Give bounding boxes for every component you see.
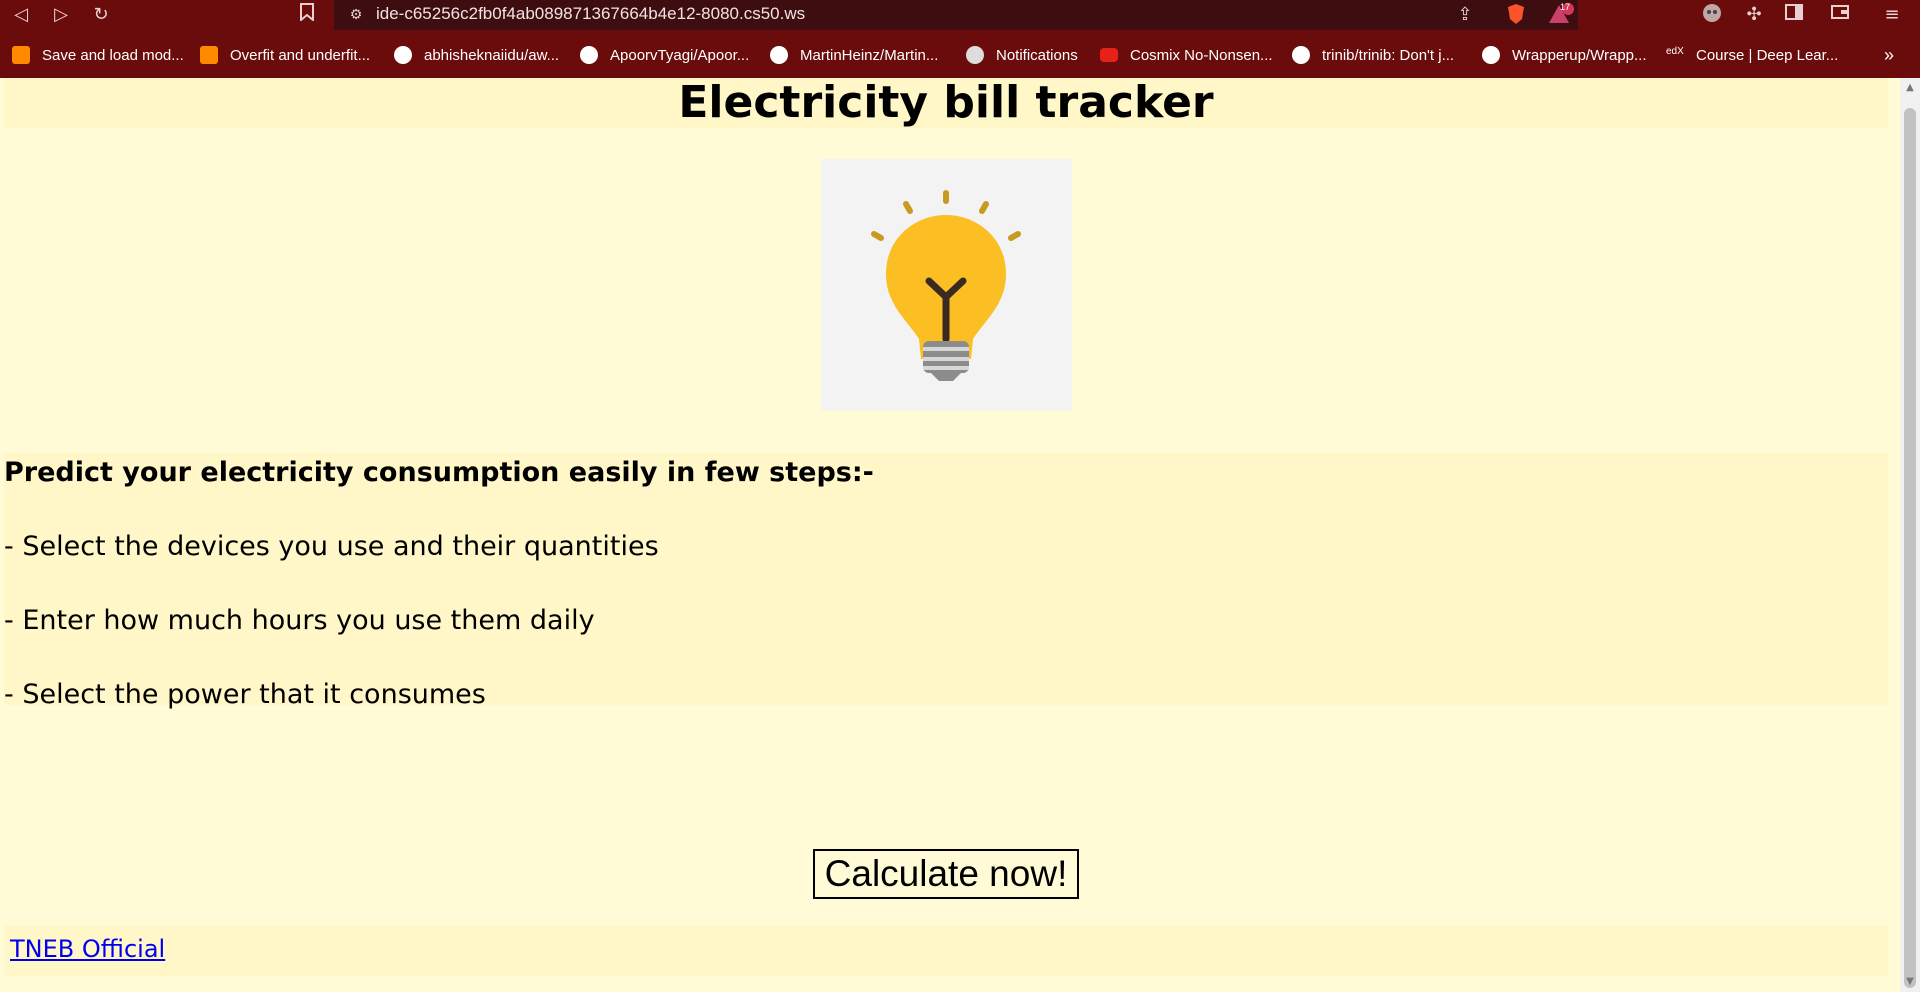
title-section: Electricity bill tracker	[4, 78, 1888, 128]
page-title: Electricity bill tracker	[678, 77, 1214, 128]
brave-shield-icon[interactable]	[1505, 3, 1527, 27]
bookmark-label: ApoorvTyagi/Apoor...	[610, 46, 750, 64]
bookmark-label: Course | Deep Lear...	[1696, 46, 1839, 64]
bookmark-item[interactable]: Cosmix No-Nonsen...	[1100, 44, 1273, 66]
bookmark-label: MartinHeinz/Martin...	[800, 46, 939, 64]
bookmark-item[interactable]: Wrapperup/Wrapp...	[1482, 44, 1647, 66]
github-icon	[770, 46, 788, 64]
bookmark-label: Overfit and underfit...	[230, 46, 371, 64]
bookmark-item[interactable]: abhisheknaiidu/aw...	[394, 44, 559, 66]
bookmark-label: Save and load mod...	[42, 46, 184, 64]
tensorflow-icon	[200, 46, 218, 64]
back-icon[interactable]: ◁	[10, 3, 32, 27]
bookmark-label: Wrapperup/Wrapp...	[1512, 46, 1647, 64]
bookmark-item[interactable]: Overfit and underfit...	[200, 44, 370, 66]
bookmark-label: Cosmix No-Nonsen...	[1130, 46, 1273, 64]
bookmark-icon[interactable]	[296, 3, 318, 27]
profile-avatar-icon[interactable]	[1700, 3, 1724, 27]
bookmark-item[interactable]: trinib/trinib: Don't j...	[1292, 44, 1454, 66]
reload-icon[interactable]: ↻	[90, 3, 112, 27]
notification-count-badge: 17	[1560, 2, 1571, 12]
tneb-official-link[interactable]: TNEB Official	[10, 932, 165, 966]
footer: TNEB Official	[4, 926, 1888, 976]
calculate-now-button[interactable]: Calculate now!	[813, 849, 1079, 899]
lightbulb-image	[821, 159, 1072, 410]
tensorflow-icon	[12, 46, 30, 64]
step-item: - Select the power that it consumes	[4, 679, 486, 710]
vertical-scrollbar[interactable]: ▲ ▼	[1900, 78, 1920, 992]
page-content: Electricity bill tracker Predict your el…	[0, 78, 1900, 992]
youtube-icon	[1100, 48, 1118, 62]
scroll-thumb[interactable]	[1904, 108, 1916, 988]
bookmark-item[interactable]: edX Course | Deep Lear...	[1666, 44, 1838, 66]
site-settings-icon[interactable]: ⚙	[346, 3, 366, 27]
more-bookmarks-button[interactable]: »	[1884, 44, 1894, 66]
browser-toolbar: ◁ ▷ ↻ ⚙ ide-c65256c2fb0f4ab089871367664b…	[0, 0, 1920, 30]
bookmark-item[interactable]: ApoorvTyagi/Apoor...	[580, 44, 749, 66]
bookmark-item[interactable]: MartinHeinz/Martin...	[770, 44, 938, 66]
step-item: - Enter how much hours you use them dail…	[4, 605, 595, 636]
more-bookmarks-label: »	[1884, 44, 1895, 65]
steps-heading: Predict your electricity consumption eas…	[4, 457, 874, 488]
scroll-up-icon[interactable]: ▲	[1904, 82, 1916, 94]
wallet-icon[interactable]	[1828, 3, 1852, 27]
menu-icon[interactable]: ≡	[1880, 3, 1904, 27]
github-icon	[1292, 46, 1310, 64]
bookmark-item[interactable]: Save and load mod...	[12, 44, 184, 66]
globe-icon	[966, 46, 984, 64]
github-icon	[1482, 46, 1500, 64]
sidebar-toggle-icon[interactable]	[1782, 3, 1806, 27]
scroll-down-icon[interactable]: ▼	[1904, 976, 1916, 988]
bookmarks-bar: Save and load mod... Overfit and underfi…	[0, 30, 1920, 78]
address-bar[interactable]: ⚙ ide-c65256c2fb0f4ab089871367664b4e12-8…	[334, 0, 1578, 30]
bookmark-label: trinib/trinib: Don't j...	[1322, 46, 1455, 64]
github-icon	[394, 46, 412, 64]
bookmark-label: abhisheknaiidu/aw...	[424, 46, 560, 64]
bookmark-label: Notifications	[996, 46, 1078, 64]
extensions-icon[interactable]: ✣	[1742, 3, 1766, 27]
edx-icon: edX	[1666, 46, 1684, 57]
share-icon[interactable]: ⇪	[1454, 3, 1476, 27]
github-icon	[580, 46, 598, 64]
step-item: - Select the devices you use and their q…	[4, 531, 659, 562]
lightbulb-icon	[871, 190, 1021, 381]
forward-icon[interactable]: ▷	[50, 3, 72, 27]
instructions-section: Predict your electricity consumption eas…	[4, 453, 1888, 710]
url-text: ide-c65256c2fb0f4ab089871367664b4e12-808…	[376, 4, 806, 23]
bookmark-item[interactable]: Notifications	[966, 44, 1078, 66]
